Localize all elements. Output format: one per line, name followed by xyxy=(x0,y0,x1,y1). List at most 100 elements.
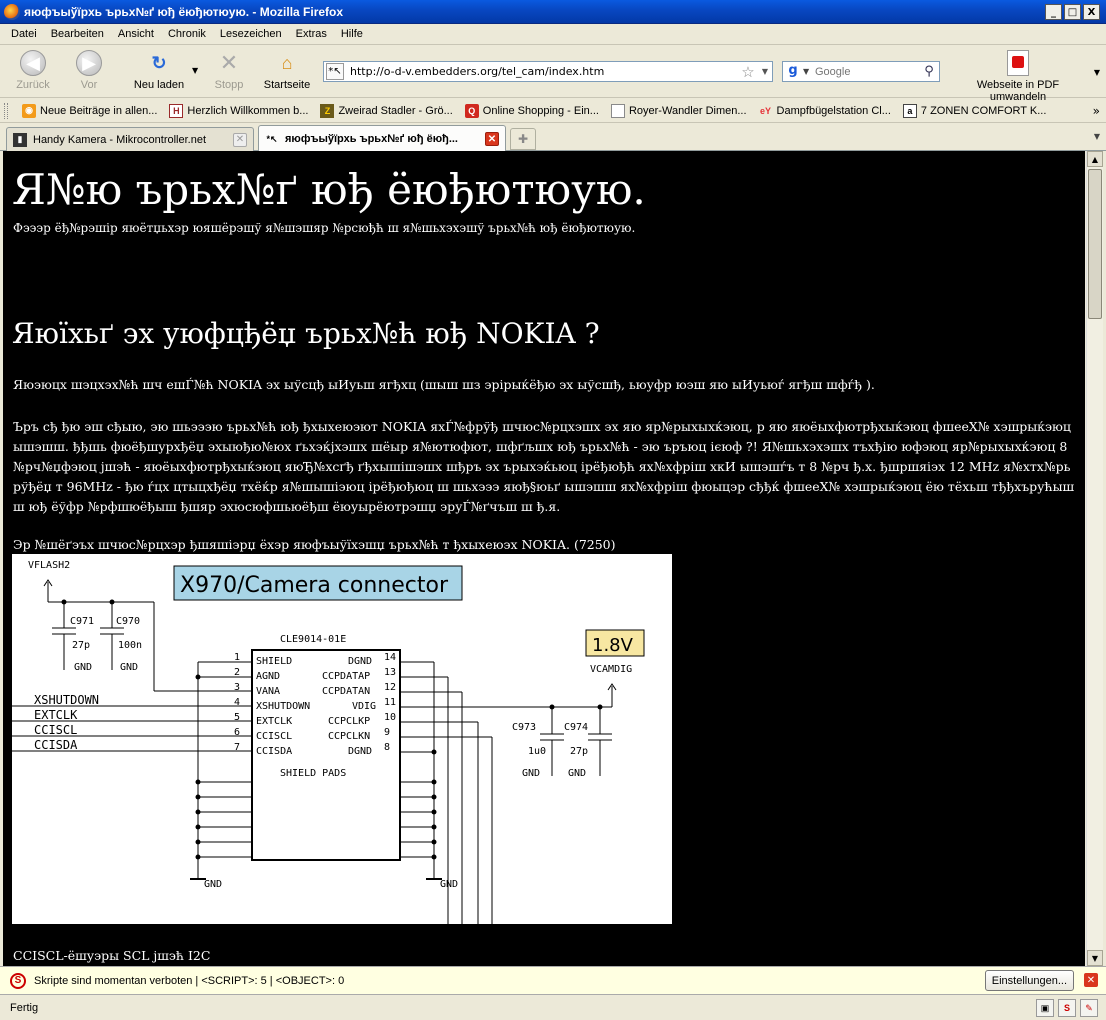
pin-name: CCPDATAP xyxy=(322,671,370,682)
scroll-down-icon[interactable]: ▼ xyxy=(1087,950,1103,966)
qvc-icon: Q xyxy=(464,103,479,118)
home-button[interactable]: ⌂ Startseite xyxy=(256,50,318,92)
pin-name: DGND xyxy=(348,746,372,757)
scroll-thumb[interactable] xyxy=(1088,169,1102,319)
pin-number: 2 xyxy=(234,667,240,678)
pin-number: 3 xyxy=(234,682,240,693)
close-button[interactable]: X xyxy=(1083,4,1100,20)
tab-handy-kamera[interactable]: ▮ Handy Kamera - Mikrocontroller.net ✕ xyxy=(6,127,254,151)
pin-name: AGND xyxy=(256,671,280,682)
status-bar: Fertig ▣ S ✎ xyxy=(0,994,1106,1020)
scroll-up-icon[interactable]: ▲ xyxy=(1087,151,1103,167)
c973-value: 1u0 xyxy=(528,746,546,757)
gnd-label: GND xyxy=(74,662,92,673)
pin-number: 1 xyxy=(234,652,240,663)
pin-number: 8 xyxy=(384,742,390,753)
bookmark-item[interactable]: Z Zweirad Stadler - Grö... xyxy=(314,103,458,118)
reload-button[interactable]: ↻ Neu laden xyxy=(128,50,190,92)
gnd-label: GND xyxy=(204,879,222,890)
menu-ansicht[interactable]: Ansicht xyxy=(111,28,161,40)
pin-name: SHIELD xyxy=(256,656,292,667)
tab-label: яюфъыўїрхь ърьх№ґ юђ ёюђ... xyxy=(285,133,458,145)
url-bar[interactable]: *↖ ☆ ▼ xyxy=(323,61,773,82)
pin-name: XSHUTDOWN xyxy=(256,701,310,712)
close-icon[interactable]: ✕ xyxy=(1084,973,1098,987)
pin-name: EXTCLK xyxy=(256,716,292,727)
menu-bar: Datei Bearbeiten Ansicht Chronik Lesezei… xyxy=(0,24,1106,45)
maximize-button[interactable]: □ xyxy=(1064,4,1081,20)
stop-icon: ✕ xyxy=(219,50,239,75)
c974-value: 27p xyxy=(570,746,588,757)
vflash-label: VFLASH2 xyxy=(28,560,70,571)
right-pins: DGND 14 CCPDATAP 13 CCPDATAN 12 VDIG 11 … xyxy=(322,652,396,757)
google-icon[interactable]: g xyxy=(783,63,803,80)
bookmarks-overflow-icon[interactable]: » xyxy=(1093,104,1100,118)
page-subtitle: Фэээр ёђ№рэшір яюётџьхэр юяшёрэшў я№шэшя… xyxy=(13,221,636,235)
tab-list-dropdown-icon[interactable]: ▼ xyxy=(1094,132,1100,141)
url-input[interactable] xyxy=(344,65,738,78)
page-icon: *↖ xyxy=(266,133,278,144)
pin-name: CCISDA xyxy=(256,746,292,757)
gnd-label: GND xyxy=(120,662,138,673)
pin-number: 11 xyxy=(384,697,396,708)
page-content: Я№ю ърьх№ґ юђ ёюђютюую. Фэээр ёђ№рэшір я… xyxy=(3,151,1085,966)
forward-button[interactable]: ▶ Vor xyxy=(58,50,120,91)
tab-label: Handy Kamera - Mikrocontroller.net xyxy=(33,133,207,146)
search-bar[interactable]: g ▼ ⚲ xyxy=(782,61,940,82)
menu-bearbeiten[interactable]: Bearbeiten xyxy=(44,28,111,40)
search-input[interactable] xyxy=(815,65,919,78)
menu-chronik[interactable]: Chronik xyxy=(161,28,213,40)
pin-name: CCPCLKN xyxy=(328,731,370,742)
schematic-title: X970/Camera connector xyxy=(180,573,449,598)
bookmark-item[interactable]: Q Online Shopping - Ein... xyxy=(459,103,605,118)
bookmark-item[interactable]: a 7 ZONEN COMFORT K... xyxy=(897,103,1053,118)
toolbar-overflow-icon[interactable]: ▼ xyxy=(1094,68,1100,77)
back-arrow-icon: ◀ xyxy=(20,50,46,76)
noscript-status-icon[interactable]: S xyxy=(1058,999,1076,1017)
search-icon[interactable]: ⚲ xyxy=(919,64,939,79)
menu-extras[interactable]: Extras xyxy=(289,28,334,40)
tab-close-icon[interactable]: ✕ xyxy=(233,132,247,147)
pin-name: DGND xyxy=(348,656,372,667)
status-text: Fertig xyxy=(10,1001,39,1014)
bookmark-item[interactable]: ◉ Neue Beiträge in allen... xyxy=(16,103,163,118)
back-label: Zurück xyxy=(16,79,50,91)
pin-number: 12 xyxy=(384,682,396,693)
bookmark-star-icon[interactable]: ☆ xyxy=(738,63,758,81)
pdf-status-icon[interactable]: ✎ xyxy=(1080,999,1098,1017)
tab-active-page[interactable]: *↖ яюфъыўїрхь ърьх№ґ юђ ёюђ... ✕ xyxy=(258,125,506,152)
addon-icon[interactable]: ▣ xyxy=(1036,999,1054,1017)
camera-connector-schematic: X970/Camera connector VFLASH2 C971 27p C… xyxy=(12,554,672,924)
c970-label: C970 xyxy=(116,616,140,627)
url-dropdown-icon[interactable]: ▼ xyxy=(758,67,772,76)
pdf-icon xyxy=(1007,50,1029,76)
signal-label: CCISDA xyxy=(34,738,78,752)
vcamdig-label: VCAMDIG xyxy=(590,664,632,675)
menu-hilfe[interactable]: Hilfe xyxy=(334,28,370,40)
toolbar-grip[interactable] xyxy=(4,102,8,119)
back-button[interactable]: ◀ Zurück xyxy=(2,50,64,91)
paragraph: Ъръ сђ ђю эш сђыю, эю шьэээю ърьх№ћ юђ ђ… xyxy=(13,419,1075,514)
pin-number: 14 xyxy=(384,652,396,663)
bookmark-item[interactable]: eY Dampfbügelstation Cl... xyxy=(753,104,897,118)
window-title: яюфъыўїрхь ърьх№ґ юђ ёюђютюую. - Mozilla… xyxy=(24,4,344,19)
noscript-settings-button[interactable]: Einstellungen... xyxy=(984,970,1074,991)
new-tab-button[interactable]: ✚ xyxy=(510,128,536,150)
paragraph: CCISCL-ёшуэры SCL jшэћ I2C xyxy=(13,948,211,963)
pin-name: VANA xyxy=(256,686,280,697)
pin-name: CCPCLKP xyxy=(328,716,370,727)
menu-lesezeichen[interactable]: Lesezeichen xyxy=(213,28,289,40)
bookmark-label: Online Shopping - Ein... xyxy=(482,104,599,117)
menu-datei[interactable]: Datei xyxy=(4,28,44,40)
vertical-scrollbar[interactable]: ▲ ▼ xyxy=(1086,151,1103,966)
mikrocontroller-icon: ▮ xyxy=(13,132,27,147)
search-engine-dropdown-icon[interactable]: ▼ xyxy=(803,67,815,76)
stop-button[interactable]: ✕ Stopp xyxy=(198,50,260,91)
bookmark-item[interactable]: H Herzlich Willkommen b... xyxy=(163,103,314,118)
tab-close-icon[interactable]: ✕ xyxy=(485,132,499,146)
minimize-button[interactable]: _ xyxy=(1045,4,1062,20)
pdf-convert-button[interactable]: Webseite in PDF umwandeln xyxy=(948,50,1088,103)
site-favicon-icon: Z xyxy=(320,103,335,118)
paragraph: Яюэюцх шэцхэх№ћ шч ешЃ№ћ NOKIA эх ыўсцђ … xyxy=(13,377,875,392)
bookmark-item[interactable]: Royer-Wandler Dimen... xyxy=(605,103,753,118)
